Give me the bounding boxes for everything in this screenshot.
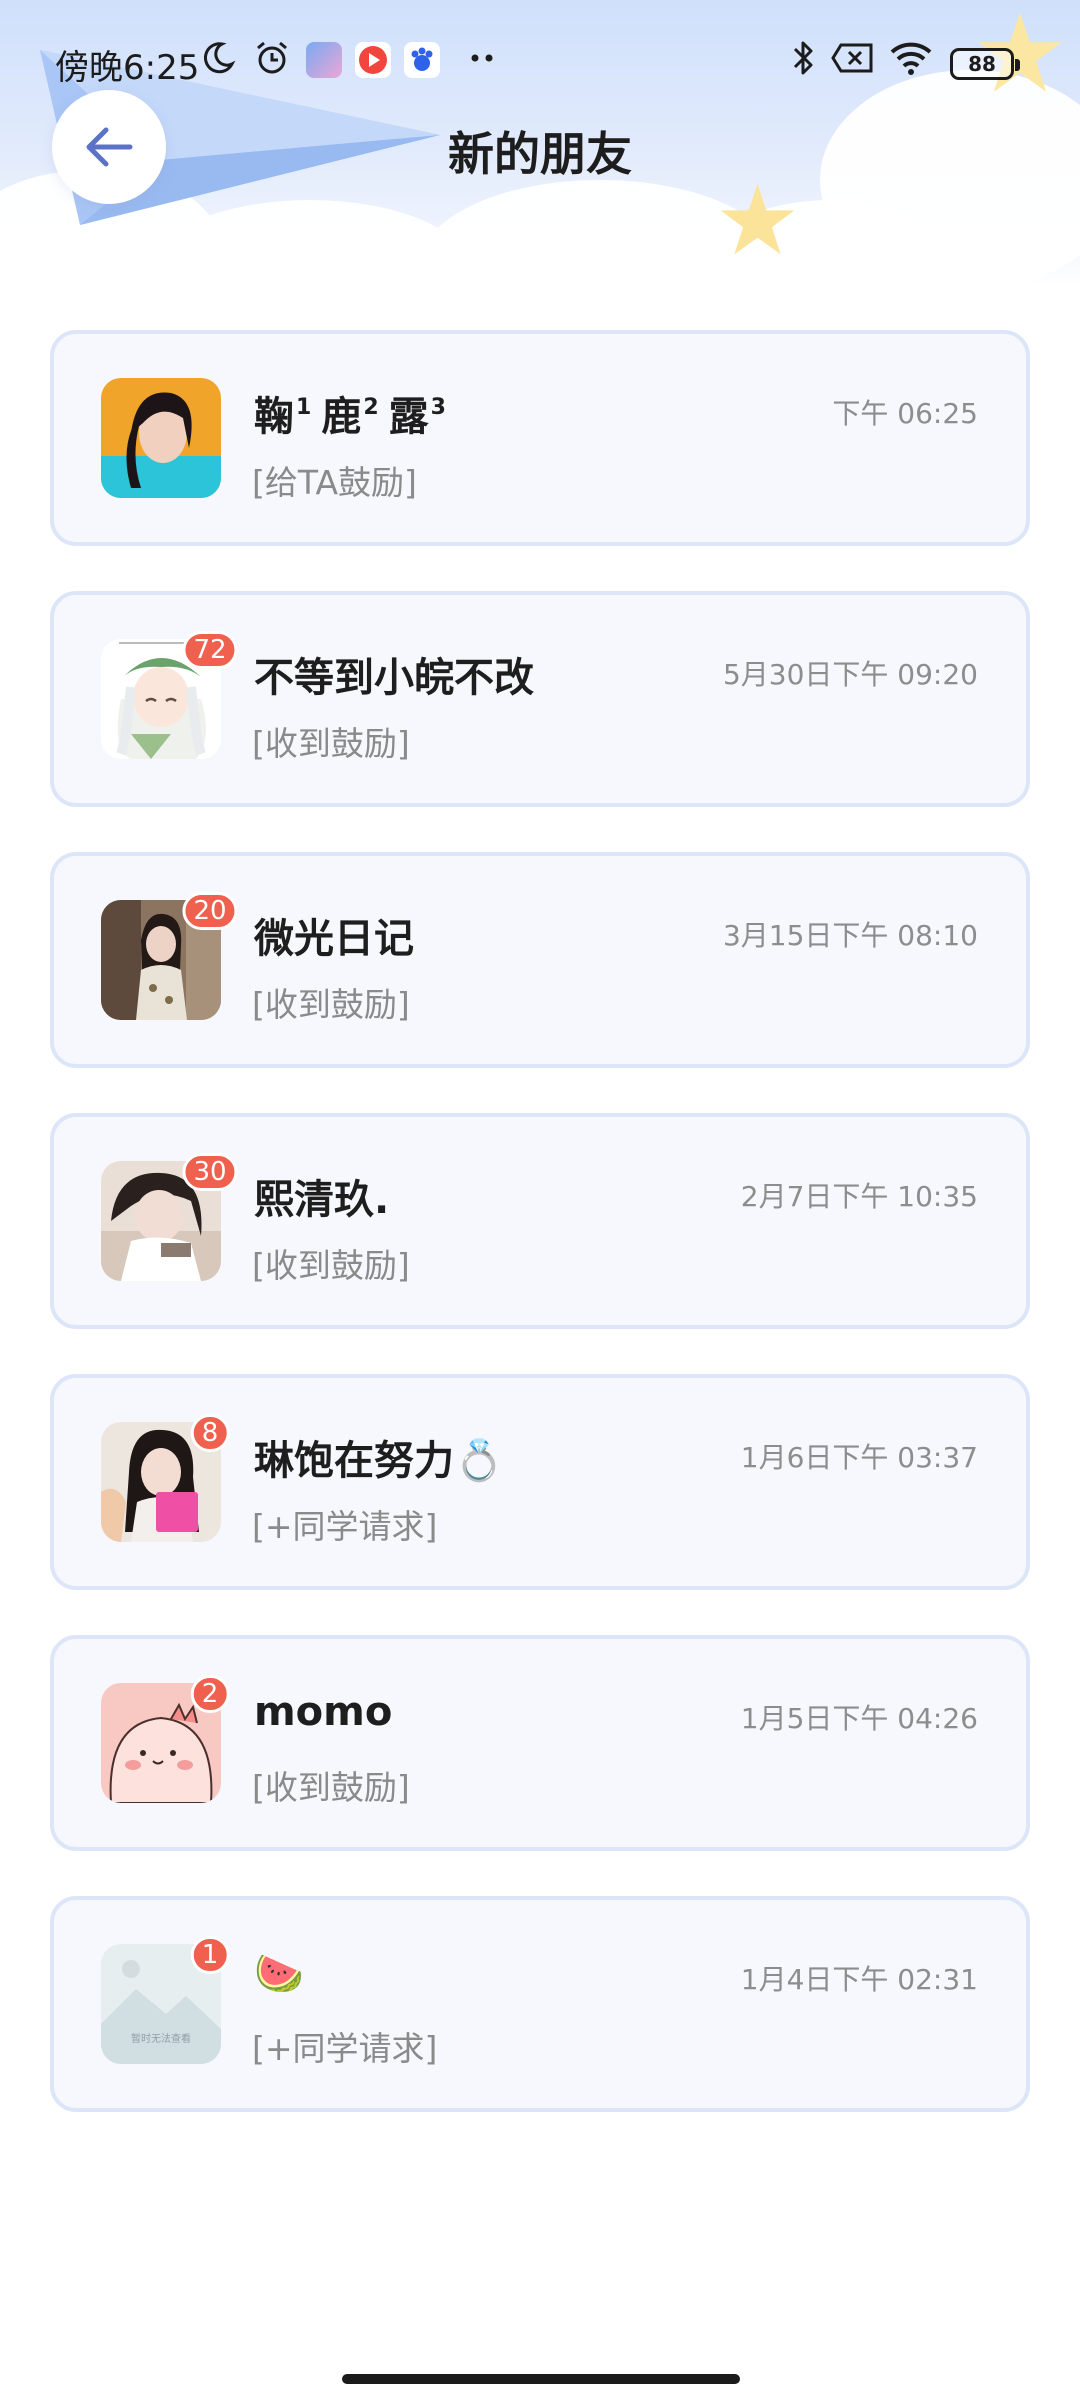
friend-time: 1月5日下午 04:26 <box>740 1702 978 1735</box>
friend-status-text: [收到鼓励] <box>252 724 410 763</box>
video-app-icon <box>355 42 391 78</box>
friend-time: 5月30日下午 09:20 <box>722 658 978 691</box>
page-title: 新的朋友 <box>448 127 632 181</box>
moon-icon <box>198 38 238 78</box>
friend-card[interactable]: 暂时无法查看 1 🍉 [+同学请求] 1月4日下午 02:31 <box>50 1896 1030 2112</box>
friend-status-text: [收到鼓励] <box>252 1246 410 1285</box>
friend-card[interactable]: 72 不等到小皖不改 [收到鼓励] 5月30日下午 09:20 <box>50 591 1030 807</box>
unread-badge: 1 <box>190 1936 230 1974</box>
wifi-icon <box>888 38 934 78</box>
friend-time: 1月6日下午 03:37 <box>740 1441 978 1474</box>
friend-time: 3月15日下午 08:10 <box>722 919 978 952</box>
unread-badge: 20 <box>182 892 238 930</box>
header-banner: 傍晚6:25 88 新的朋友 <box>0 0 1080 286</box>
friend-card[interactable]: 20 微光日记 [收到鼓励] 3月15日下午 08:10 <box>50 852 1030 1068</box>
alarm-icon <box>252 38 292 78</box>
unread-badge: 8 <box>190 1414 230 1452</box>
friend-name: 不等到小皖不改 <box>254 655 534 701</box>
app-avatar-icon <box>306 42 342 78</box>
home-indicator[interactable] <box>342 2374 740 2384</box>
friend-time: 2月7日下午 10:35 <box>740 1180 978 1213</box>
friend-status-text: [收到鼓励] <box>252 985 410 1024</box>
friend-card[interactable]: 30 熙清玖. [收到鼓励] 2月7日下午 10:35 <box>50 1113 1030 1329</box>
friend-card[interactable]: 2 momo [收到鼓励] 1月5日下午 04:26 <box>50 1635 1030 1851</box>
friend-request-list: 鞠1 鹿2 露3 [给TA鼓励] 下午 06:25 72 不等到小皖不改 [收到鼓励… <box>50 330 1030 2157</box>
status-time: 傍晚6:25 <box>55 48 200 88</box>
status-bar: 傍晚6:25 88 <box>0 0 1080 120</box>
svg-text:暂时无法查看: 暂时无法查看 <box>131 2032 191 2045</box>
friend-name: 微光日记 <box>254 916 414 962</box>
star-decoration <box>720 184 795 255</box>
friend-status-text: [收到鼓励] <box>252 1768 410 1807</box>
unread-badge: 72 <box>182 631 238 669</box>
friend-time: 下午 06:25 <box>832 397 978 430</box>
friend-status-text: [+同学请求] <box>252 1507 438 1546</box>
friend-card[interactable]: 8 琳饱在努力💍 [+同学请求] 1月6日下午 03:37 <box>50 1374 1030 1590</box>
friend-status-text: [给TA鼓励] <box>252 463 417 502</box>
friend-name: 🍉 <box>254 1951 304 1997</box>
friend-name: momo <box>254 1689 393 1735</box>
friend-name: 琳饱在努力💍 <box>254 1438 504 1484</box>
friend-name: 熙清玖. <box>254 1177 390 1223</box>
baidu-app-icon <box>404 42 440 78</box>
no-sim-icon <box>830 38 876 78</box>
more-dots-icon <box>462 38 502 78</box>
friend-time: 1月4日下午 02:31 <box>740 1963 978 1996</box>
friend-status-text: [+同学请求] <box>252 2029 438 2068</box>
unread-badge: 2 <box>190 1675 230 1713</box>
unread-badge: 30 <box>182 1153 238 1191</box>
friend-card[interactable]: 鞠1 鹿2 露3 [给TA鼓励] 下午 06:25 <box>50 330 1030 546</box>
avatar[interactable] <box>101 378 221 498</box>
friend-name: 鞠1 鹿2 露3 <box>254 394 446 440</box>
battery-indicator: 88 <box>950 48 1020 80</box>
bluetooth-icon <box>784 38 824 78</box>
